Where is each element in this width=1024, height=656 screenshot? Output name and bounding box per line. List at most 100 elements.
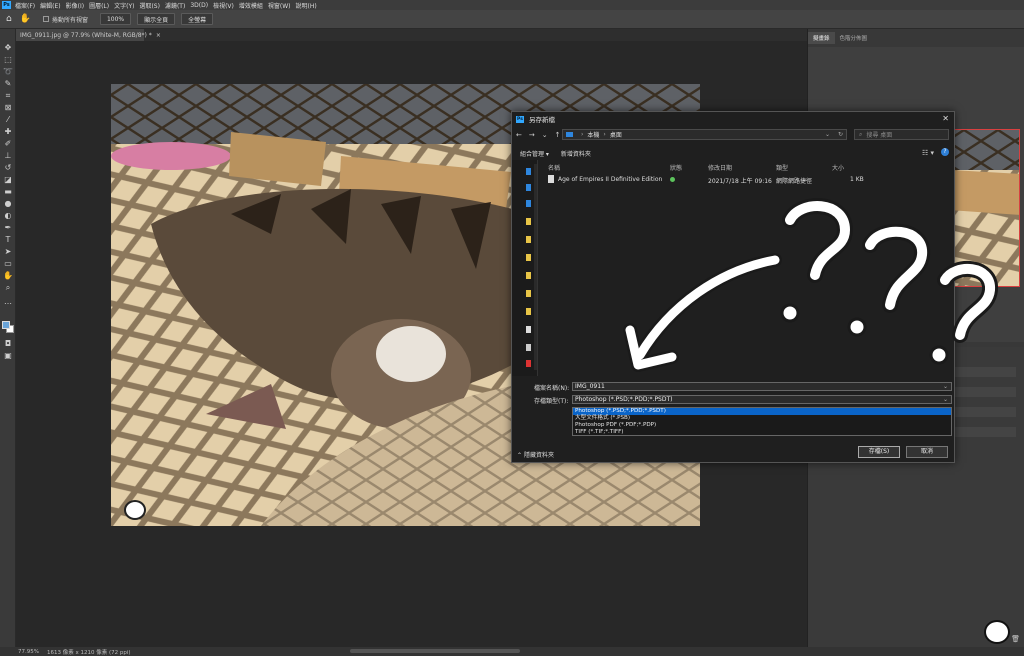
search-input[interactable]: ⌕ 搜尋 桌面 [854,129,949,140]
search-icon: ⌕ [859,130,863,138]
frame-tool-icon[interactable]: ⊠ [3,103,13,112]
menu-help[interactable]: 說明(H) [296,1,317,10]
trash-icon[interactable]: 🗑 [1011,635,1020,643]
organize-button[interactable]: 組合管理 ▾ [520,149,549,158]
fill-screen-button[interactable]: 全螢幕 [181,13,214,25]
foreground-color-swatch[interactable] [2,321,10,329]
menu-file[interactable]: 檔案(F) [15,1,35,10]
eyedropper-tool-icon[interactable]: ⁄ [3,115,13,124]
chevron-down-icon[interactable]: ⌄ [825,131,830,138]
filetype-option-tiff[interactable]: TIFF (*.TIF;*.TIFF) [573,429,951,436]
tab-history[interactable]: 擬畫錄 [808,32,835,44]
column-status[interactable]: 狀態 [670,163,682,172]
up-arrow-icon[interactable]: ↑ [555,131,561,139]
chevron-right-icon: › [581,131,584,138]
folder-icon[interactable] [526,218,531,225]
menu-filter[interactable]: 濾鏡(T) [165,1,185,10]
desktop-icon[interactable] [526,184,531,191]
menu-edit[interactable]: 編輯(E) [40,1,60,10]
recent-locations-icon[interactable]: ⌄ [542,131,548,139]
column-type[interactable]: 類型 [776,163,788,172]
marquee-tool-icon[interactable]: ⬚ [3,55,13,64]
column-modified[interactable]: 修改日期 [708,163,732,172]
eraser-tool-icon[interactable]: ◪ [3,175,13,184]
drive-icon[interactable] [526,326,531,333]
folder-icon[interactable] [526,308,531,315]
cancel-button[interactable]: 取消 [906,446,948,458]
folder-icon[interactable] [526,290,531,297]
screen-mode-icon[interactable]: ▣ [3,351,13,360]
healing-brush-icon[interactable]: ✚ [3,127,13,136]
crop-tool-icon[interactable]: ⌗ [3,91,13,100]
history-brush-icon[interactable]: ↺ [3,163,13,172]
zoom-100-button[interactable]: 100% [99,13,132,25]
breadcrumb-this-pc[interactable]: 本機 [587,130,599,139]
refresh-icon[interactable]: ↻ [838,131,843,138]
blur-tool-icon[interactable]: ● [3,199,13,208]
drive-icon[interactable] [526,344,531,351]
horizontal-scrollbar[interactable] [350,649,520,653]
lasso-tool-icon[interactable]: ➰ [3,67,13,76]
brush-tool-icon[interactable]: ✐ [3,139,13,148]
menu-window[interactable]: 視窗(W) [268,1,291,10]
filetype-dropdown-list: Photoshop (*.PSD;*.PDD;*.PSDT) 大型文件格式 (*… [572,407,952,436]
scroll-all-checkbox[interactable] [42,16,49,22]
path-select-icon[interactable]: ➤ [3,247,13,256]
dodge-tool-icon[interactable]: ◐ [3,211,13,220]
hand-tool-icon[interactable]: ✋ [20,14,31,24]
menu-image[interactable]: 影像(I) [66,1,84,10]
more-tools-icon[interactable]: … [3,297,13,306]
move-tool-icon[interactable]: ✥ [3,43,13,52]
forward-arrow-icon[interactable]: → [529,131,535,139]
menu-type[interactable]: 文字(Y) [114,1,134,10]
save-button[interactable]: 存檔(S) [858,446,900,458]
chevron-down-icon[interactable]: ⌄ [943,396,948,403]
filetype-option-pdf[interactable]: Photoshop PDF (*.PDF;*.PDP) [573,422,951,429]
type-tool-icon[interactable]: T [3,235,13,244]
downloads-icon[interactable] [526,200,531,207]
menu-plugins[interactable]: 增效模組 [239,1,263,10]
menu-select[interactable]: 選取(S) [139,1,160,10]
column-size[interactable]: 大小 [832,163,844,172]
column-name[interactable]: 名稱 [548,163,560,172]
document-tab[interactable]: IMG_0911.jpg @ 77.9% (White-M, RGB/8*) *… [16,29,161,41]
close-icon[interactable]: ✕ [942,114,949,123]
app-icon[interactable] [526,360,531,367]
rectangle-tool-icon[interactable]: ▭ [3,259,13,268]
view-options-icon[interactable]: ☷ ▾ [922,149,934,157]
chevron-down-icon[interactable]: ⌄ [943,383,948,390]
folder-icon[interactable] [526,272,531,279]
menu-view[interactable]: 檢視(V) [213,1,234,10]
close-icon[interactable]: × [156,32,161,39]
document-info: 1613 像素 x 1210 像素 (72 ppi) [46,649,131,656]
nav-pane-scrollbar[interactable] [534,164,537,370]
address-bar[interactable]: › 本機 › 桌面 ⌄ ↻ [562,129,847,140]
file-list-item[interactable]: Age of Empires II Definitive Edition 202… [540,174,948,186]
gradient-tool-icon[interactable]: ▬ [3,187,13,196]
back-arrow-icon[interactable]: ← [516,131,522,139]
menu-layer[interactable]: 圖層(L) [89,1,109,10]
pen-tool-icon[interactable]: ✒ [3,223,13,232]
filename-input[interactable]: IMG_0911 ⌄ [572,382,952,391]
hide-folders-toggle[interactable]: ⌃ 隱藏資料夾 [517,450,554,459]
home-icon[interactable]: ⌂ [6,14,12,24]
breadcrumb-desktop[interactable]: 桌面 [610,130,622,139]
menu-3d[interactable]: 3D(D) [190,2,208,9]
quick-access-icon[interactable] [526,168,531,175]
quick-mask-icon[interactable]: ◘ [3,339,13,348]
hand-tool-icon[interactable]: ✋ [3,271,13,280]
tab-histogram[interactable]: 色階分佈圖 [835,32,873,44]
clone-stamp-icon[interactable]: ⊥ [3,151,13,160]
fit-screen-button[interactable]: 顯示全頁 [137,13,176,25]
folder-icon[interactable] [526,254,531,261]
filetype-option-psb[interactable]: 大型文件格式 (*.PSB) [573,415,951,422]
photoshop-logo[interactable]: Ps [2,1,11,9]
filetype-select[interactable]: Photoshop (*.PSD;*.PDD;*.PSDT) ⌄ [572,395,952,404]
folder-icon[interactable] [526,236,531,243]
zoom-readout[interactable]: 77.95% [18,649,39,655]
help-icon[interactable]: ? [941,148,949,156]
filetype-option-psd[interactable]: Photoshop (*.PSD;*.PDD;*.PSDT) [573,408,951,415]
new-folder-button[interactable]: 新增資料夾 [561,149,591,158]
quick-select-tool-icon[interactable]: ✎ [3,79,13,88]
zoom-tool-icon[interactable]: ⌕ [3,283,13,292]
